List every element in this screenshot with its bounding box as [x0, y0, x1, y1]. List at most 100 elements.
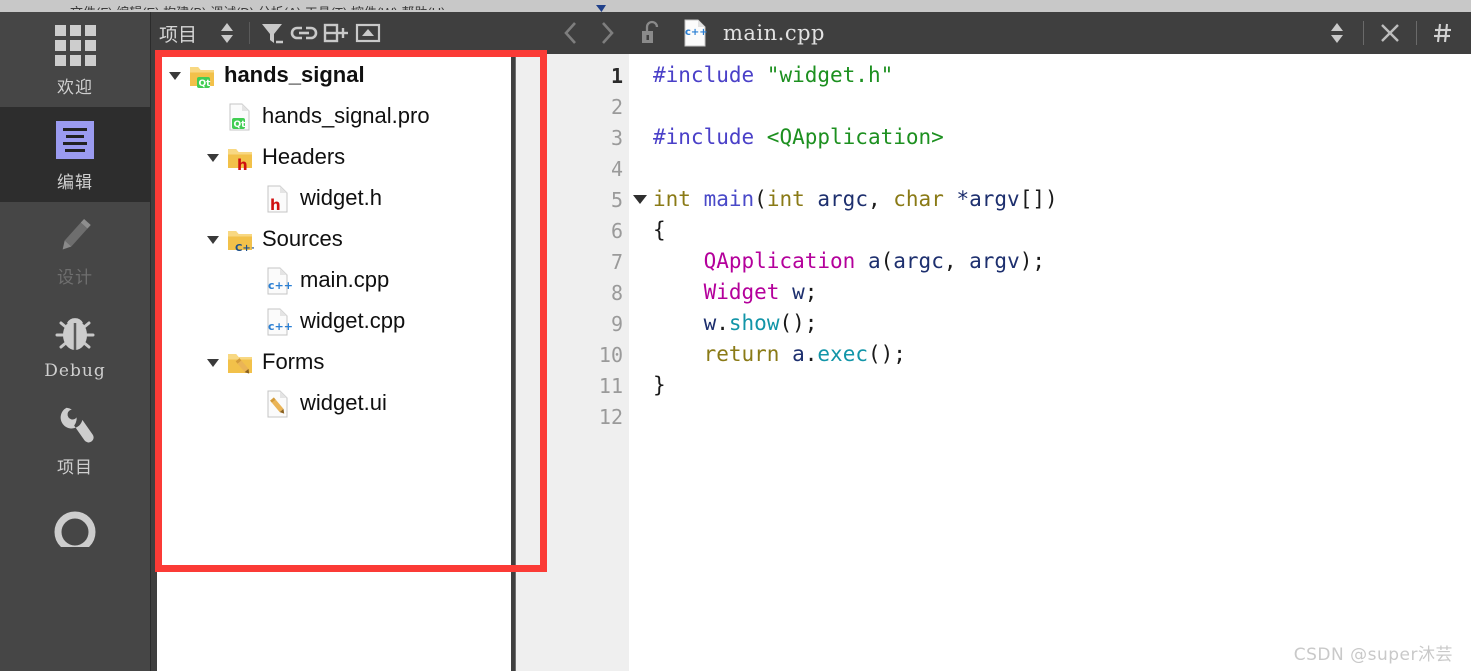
gutter-line[interactable]: 3	[547, 122, 629, 153]
h-file-icon: h	[264, 184, 292, 214]
sidebar-item-debug[interactable]: Debug	[0, 297, 150, 392]
gutter-line[interactable]: 11	[547, 370, 629, 401]
collapse-icon[interactable]	[353, 18, 383, 48]
chevron-right-icon[interactable]	[589, 15, 625, 51]
line-number-gutter: 1 2 3 4 5 6 7 8 9 10 11 12	[547, 54, 647, 671]
up-down-arrows-icon[interactable]	[212, 18, 242, 48]
bug-icon	[51, 309, 99, 357]
line-number: 3	[610, 125, 623, 150]
code-line[interactable]	[653, 401, 1471, 432]
sidebar-label-welcome: 欢迎	[57, 78, 93, 98]
code-line[interactable]: int main(int argc, char *argv[])	[653, 184, 1471, 215]
code-token: exec	[817, 342, 868, 366]
code-token: #include	[653, 125, 767, 149]
line-number: 10	[598, 342, 623, 367]
tree-item-widget-h[interactable]: h widget.h	[157, 177, 512, 218]
tree-item-hands-signal-pro[interactable]: Qt hands_signal.pro	[157, 95, 512, 136]
menu-bar-items[interactable]: 文件(F) 编辑(E) 构建(B) 调试(D) 分析(A) 工具(T) 控件(W…	[70, 6, 446, 10]
sidebar-item-welcome[interactable]: 欢迎	[0, 12, 150, 107]
filter-icon[interactable]	[257, 18, 287, 48]
code-line[interactable]: Widget w;	[653, 277, 1471, 308]
tree-item-label: hands_signal	[224, 61, 365, 87]
sidebar-item-projects[interactable]: 项目	[0, 392, 150, 487]
gutter-line[interactable]: 6	[547, 215, 629, 246]
code-line[interactable]	[653, 91, 1471, 122]
gutter-line[interactable]: 10	[547, 339, 629, 370]
tree-item-widget-ui[interactable]: widget.ui	[157, 382, 512, 423]
svg-text:Qt: Qt	[234, 120, 247, 130]
tree-item-sources[interactable]: C++ Sources	[157, 218, 512, 259]
sidebar-item-help[interactable]	[0, 487, 150, 547]
code-token: argc	[893, 249, 944, 273]
code-text[interactable]: #include "widget.h" #include <QApplicati…	[629, 54, 1471, 671]
cpp-file-icon: c++	[264, 307, 293, 335]
tree-item-label: widget.cpp	[300, 307, 406, 333]
code-line[interactable]: {	[653, 215, 1471, 246]
gutter-line[interactable]: 5	[547, 184, 647, 215]
unlocked-padlock-icon[interactable]	[633, 15, 669, 51]
line-number: 11	[598, 373, 623, 398]
svg-text:c++: c++	[685, 27, 708, 38]
gutter-line[interactable]: 1	[547, 60, 629, 91]
gutter-line[interactable]: 12	[547, 401, 629, 432]
code-token: ,	[867, 187, 894, 211]
code-token: "widget.h"	[766, 63, 894, 87]
cpp-file-icon: c++	[264, 266, 293, 294]
tree-item-hands-signal[interactable]: Qt hands_signal	[157, 54, 512, 95]
editor-selector-spinner[interactable]	[1319, 15, 1355, 51]
gutter-line[interactable]: 7	[547, 246, 629, 277]
code-token: {	[653, 218, 666, 242]
tree-scrollbar-track[interactable]	[515, 54, 547, 671]
tree-item-main-cpp[interactable]: c++ main.cpp	[157, 259, 512, 300]
link-icon[interactable]	[289, 18, 319, 48]
grid-icon	[51, 21, 99, 69]
code-line[interactable]: QApplication a(argc, argv);	[653, 246, 1471, 277]
menu-caret-icon	[596, 5, 606, 12]
chevron-down-icon[interactable]	[205, 354, 221, 370]
chevron-down-icon[interactable]	[167, 67, 183, 83]
tree-item-widget-cpp[interactable]: c++ widget.cpp	[157, 300, 512, 341]
code-fold-triangle-icon[interactable]	[633, 195, 647, 204]
qt-file-icon: Qt	[226, 102, 254, 130]
gutter-line[interactable]: 2	[547, 91, 629, 122]
line-number: 6	[610, 218, 623, 243]
gutter-line[interactable]: 8	[547, 277, 629, 308]
tree-item-label: main.cpp	[300, 266, 390, 292]
tree-item-headers[interactable]: h Headers	[157, 136, 512, 177]
code-token: *argv	[956, 187, 1020, 211]
svg-text:c++: c++	[268, 320, 292, 333]
qt-folder-icon: Qt	[188, 61, 216, 89]
code-line[interactable]: #include "widget.h"	[653, 60, 1471, 91]
line-number: 4	[610, 156, 623, 181]
split-icon[interactable]	[321, 18, 351, 48]
help-circle-icon	[51, 509, 99, 547]
editor-filename-label[interactable]: main.cpp	[723, 21, 825, 45]
project-file-tree[interactable]: Qt hands_signal Qt hands_signal.pro h Heade…	[157, 54, 512, 671]
code-token: char	[893, 187, 957, 211]
chevron-down-icon[interactable]	[205, 231, 221, 247]
code-token: a	[792, 342, 805, 366]
code-line[interactable]: w.show();	[653, 308, 1471, 339]
code-area[interactable]: 1 2 3 4 5 6 7 8 9 10 11 12 #include "widget.h" #inc…	[547, 54, 1471, 671]
code-token: }	[653, 373, 666, 397]
tree-item-forms[interactable]: Forms	[157, 341, 512, 382]
tree-item-label: Forms	[262, 348, 325, 374]
hash-split-icon[interactable]	[1425, 15, 1461, 51]
code-editor-pane: c++ main.cpp 1 2 3 4 5 6 7 8 9 10 11 12 …	[547, 12, 1471, 671]
sidebar-item-design[interactable]: 设计	[0, 202, 150, 297]
code-token: );	[1019, 249, 1046, 273]
code-line[interactable]: }	[653, 370, 1471, 401]
code-line[interactable]: return a.exec();	[653, 339, 1471, 370]
gutter-line[interactable]: 4	[547, 153, 629, 184]
chevron-down-icon[interactable]	[205, 149, 221, 165]
code-token: show	[728, 311, 780, 335]
gutter-line[interactable]: 9	[547, 308, 629, 339]
code-token: (	[754, 187, 767, 211]
code-token: <QApplication>	[766, 125, 944, 149]
line-number: 12	[598, 404, 623, 429]
code-line[interactable]: #include <QApplication>	[653, 122, 1471, 153]
sidebar-item-edit[interactable]: 编辑	[0, 107, 150, 202]
code-line[interactable]	[653, 153, 1471, 184]
chevron-left-icon[interactable]	[553, 15, 589, 51]
close-x-icon[interactable]	[1372, 15, 1408, 51]
